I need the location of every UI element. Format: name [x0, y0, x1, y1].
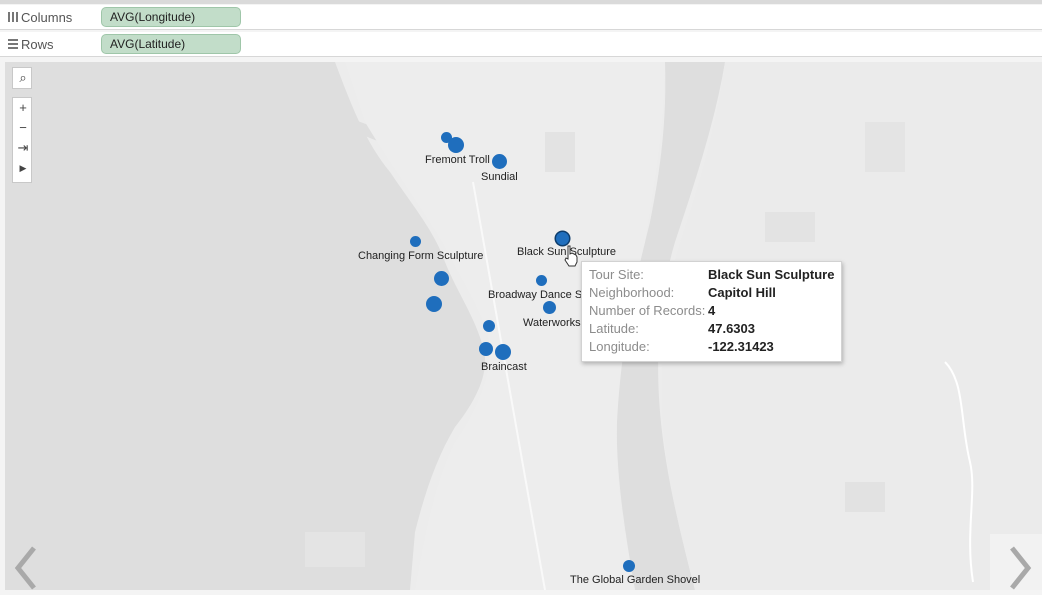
- tooltip-key: Latitude:: [589, 321, 639, 336]
- map-mark[interactable]: [556, 232, 569, 245]
- tooltip-value: -122.31423: [708, 339, 774, 354]
- hand-cursor-icon: [564, 245, 578, 267]
- zoom-in-icon[interactable]: +: [13, 98, 33, 118]
- columns-label: Columns: [21, 10, 73, 25]
- tooltip-value: 4: [708, 303, 716, 318]
- map-mark[interactable]: [483, 320, 495, 332]
- map-view[interactable]: Fremont Troll Sundial Changing Form Sculpt…: [5, 62, 1042, 590]
- tooltip-value: 47.6303: [708, 321, 755, 336]
- top-border: [0, 0, 1042, 4]
- mark-tooltip: Tour Site: Black Sun Sculpture Neighborh…: [581, 261, 842, 362]
- map-mark-label: Sundial: [481, 171, 518, 183]
- latitude-pill[interactable]: AVG(Latitude): [101, 34, 241, 54]
- tooltip-key: Number of Records:: [589, 303, 706, 318]
- rows-label: Rows: [21, 37, 54, 52]
- chevron-right-icon: [1010, 546, 1032, 590]
- pin-icon[interactable]: ⇥: [13, 138, 33, 158]
- tooltip-key: Neighborhood:: [589, 285, 675, 300]
- map-mark-label: Waterworks: [523, 317, 581, 329]
- search-button[interactable]: ⌕: [12, 67, 32, 89]
- map-mark[interactable]: [479, 342, 493, 356]
- map-mark[interactable]: [492, 154, 507, 169]
- map-mark-label: Fremont Troll: [425, 154, 490, 166]
- tooltip-key: Longitude:: [589, 339, 650, 354]
- map-mark-label: Braincast: [481, 361, 527, 373]
- map-mark[interactable]: [536, 275, 547, 286]
- map-mark[interactable]: [434, 271, 449, 286]
- longitude-pill[interactable]: AVG(Longitude): [101, 7, 241, 27]
- zoom-controls: + − ⇥ ▶: [12, 97, 32, 183]
- tooltip-value: Black Sun Sculpture: [708, 267, 835, 282]
- rows-icon: [8, 39, 18, 49]
- rows-shelf[interactable]: Rows AVG(Latitude): [0, 32, 1042, 57]
- chevron-left-icon: [14, 546, 36, 590]
- map-mark[interactable]: [543, 301, 556, 314]
- expand-icon[interactable]: ▶: [13, 158, 33, 178]
- tooltip-key: Tour Site:: [589, 267, 644, 282]
- columns-shelf[interactable]: Columns AVG(Longitude): [0, 5, 1042, 30]
- map-mark[interactable]: [495, 344, 511, 360]
- tooltip-value: Capitol Hill: [708, 285, 776, 300]
- map-mark-label: Broadway Dance Ste: [488, 289, 592, 301]
- next-arrow[interactable]: [990, 534, 1042, 590]
- map-mark[interactable]: [410, 236, 421, 247]
- map-mark[interactable]: [426, 296, 442, 312]
- previous-arrow[interactable]: [0, 534, 52, 590]
- map-mark[interactable]: [448, 137, 464, 153]
- zoom-out-icon[interactable]: −: [13, 118, 33, 138]
- map-mark[interactable]: [623, 560, 635, 572]
- map-mark-label: Changing Form Sculpture: [358, 250, 484, 262]
- columns-icon: [8, 12, 18, 22]
- search-icon: ⌕: [19, 70, 27, 85]
- map-mark-label: The Global Garden Shovel: [570, 574, 701, 586]
